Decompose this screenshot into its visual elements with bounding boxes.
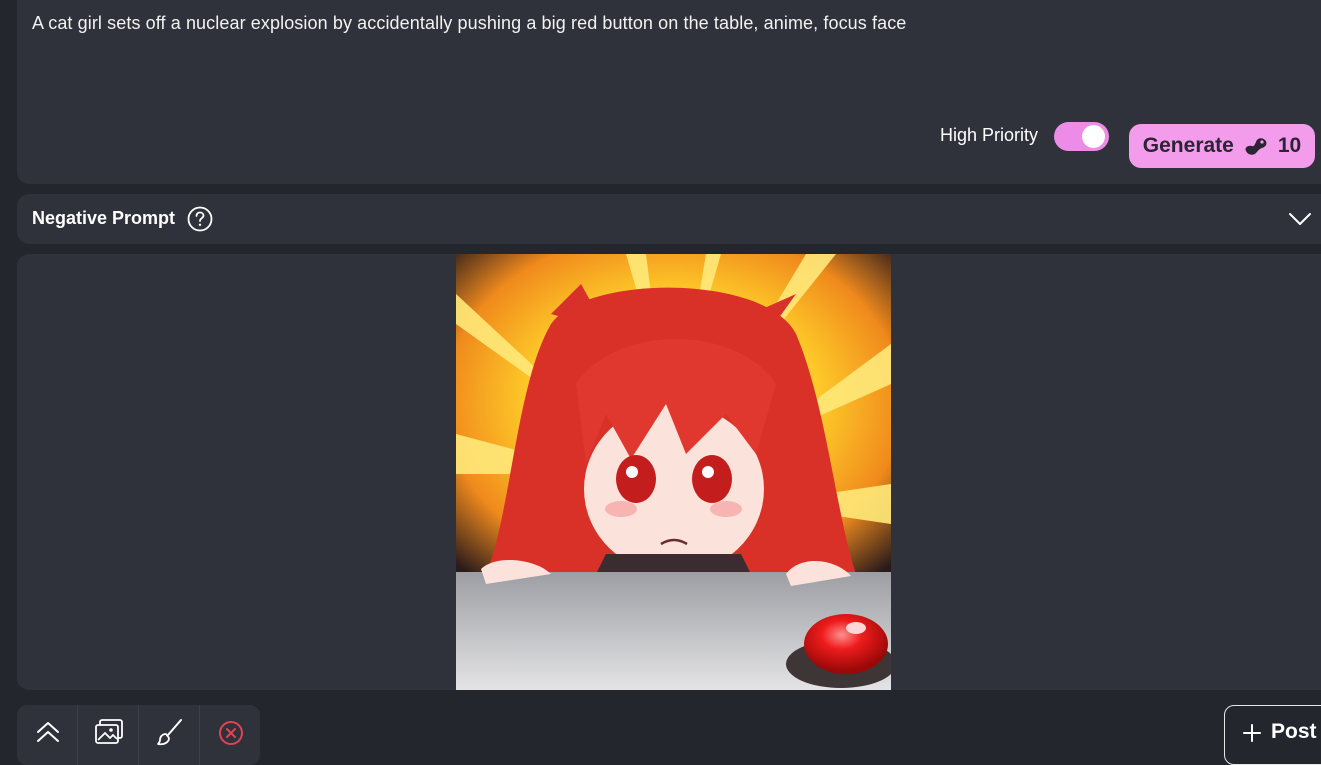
negative-prompt-title: Negative Prompt xyxy=(32,208,176,228)
help-circle-icon[interactable] xyxy=(187,206,213,232)
bean-icon xyxy=(1245,138,1267,155)
prompt-input[interactable]: A cat girl sets off a nuclear explosion … xyxy=(32,13,906,34)
generated-image[interactable] xyxy=(456,254,891,690)
generate-cost: 10 xyxy=(1277,134,1302,157)
chevron-down-icon[interactable] xyxy=(1288,209,1312,229)
post-label: Post xyxy=(1271,720,1317,743)
cancel-button[interactable] xyxy=(199,705,260,765)
high-priority-label: High Priority xyxy=(940,125,1039,145)
negative-prompt-panel[interactable]: Negative Prompt xyxy=(17,194,1321,244)
high-priority-toggle[interactable] xyxy=(1054,122,1109,151)
image-toolbar xyxy=(17,705,260,765)
gallery-icon xyxy=(95,719,123,744)
brush-button[interactable] xyxy=(138,705,199,765)
generate-label: Generate xyxy=(1142,134,1234,157)
generate-button[interactable]: Generate 10 xyxy=(1129,124,1315,168)
collapse-up-button[interactable] xyxy=(17,705,77,765)
post-button[interactable]: Post xyxy=(1224,705,1321,765)
toggle-knob xyxy=(1082,125,1105,148)
image-result-panel xyxy=(17,254,1321,690)
plus-icon xyxy=(1243,724,1261,742)
brush-icon xyxy=(157,719,182,746)
cancel-icon xyxy=(219,721,243,745)
prompt-panel[interactable]: A cat girl sets off a nuclear explosion … xyxy=(17,0,1321,184)
collapse-up-icon xyxy=(37,722,59,742)
gallery-button[interactable] xyxy=(77,705,138,765)
